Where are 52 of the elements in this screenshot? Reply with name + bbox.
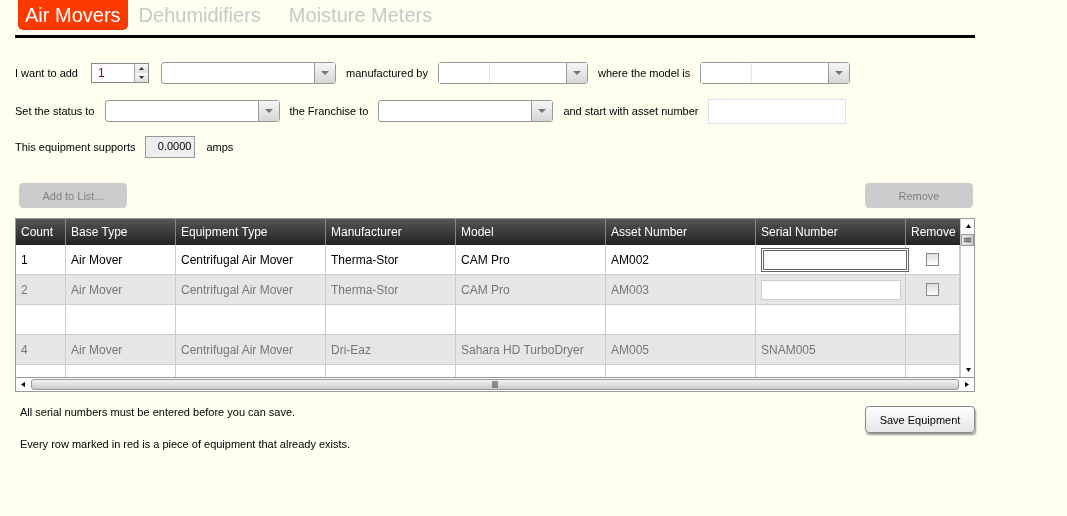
caret-down-icon[interactable] [263,108,274,114]
save-equipment-button[interactable]: Save Equipment [865,406,975,433]
amps-field: 0.0000 [145,136,196,158]
status-dropdown[interactable] [104,100,280,122]
table-cell: AM002 [611,252,650,267]
table-cell: 2 [21,282,28,297]
table-cell: Therma-Stor [331,282,399,297]
column-header: Remove [910,224,957,241]
form-label: I want to add [15,67,78,79]
table-cell: Centrifugal Air Mover [181,252,294,267]
table-cell: CAM Pro [461,282,510,297]
table-cell: Air Mover [71,282,123,297]
table-cell: Centrifugal Air Mover [181,282,294,297]
form-label: amps [206,141,234,153]
table-cell: AM005 [611,342,650,357]
table-cell: Centrifugal Air Mover [181,342,294,357]
caret-down-icon[interactable] [320,70,330,76]
grip-icon[interactable] [962,235,973,245]
remove-checkbox[interactable] [926,253,939,266]
table-cell: Sahara HD TurboDryer [461,342,584,357]
vertical-scrollbar[interactable] [960,219,974,377]
table-cell: SNAM005 [761,342,816,357]
note-text: All serial numbers must be entered before you can save. [20,406,297,418]
model-dropdown[interactable] [700,62,851,84]
serial-number-field[interactable] [761,247,909,272]
manufacturer-dropdown[interactable] [437,62,588,84]
form-label: the Franchise to [289,105,369,117]
form-label: This equipment supports [15,141,136,153]
tab[interactable]: Air Movers [18,0,128,30]
equipment-type-dropdown[interactable] [161,62,336,84]
franchise-dropdown[interactable] [378,100,554,122]
table-cell: CAM Pro [461,252,510,267]
grip-icon[interactable] [490,380,500,389]
form-label: where the model is [597,67,691,79]
caret-down-icon[interactable] [571,70,582,76]
quantity-stepper[interactable]: 1 [91,63,149,83]
form-label: manufactured by [346,67,428,79]
asset-number-field[interactable] [707,98,846,124]
table-cell: 4 [21,342,28,357]
horizontal-scrollbar[interactable] [16,377,974,391]
table-cell: Air Mover [71,252,123,267]
form-label: Set the status to [15,105,95,117]
table-cell: AM003 [611,282,650,297]
note-text: Every row marked in red is a piece of equipment that already exists. [20,438,351,450]
table-cell: Air Mover [71,342,123,357]
remove-checkbox[interactable] [926,283,939,296]
caret-down-icon[interactable] [537,108,548,114]
table-cell: Dri-Eaz [331,342,371,357]
table-cell: Therma-Stor [331,252,399,267]
form-label: and start with asset number [563,105,699,117]
caret-down-icon[interactable] [834,70,845,76]
table-cell: 1 [21,252,28,267]
